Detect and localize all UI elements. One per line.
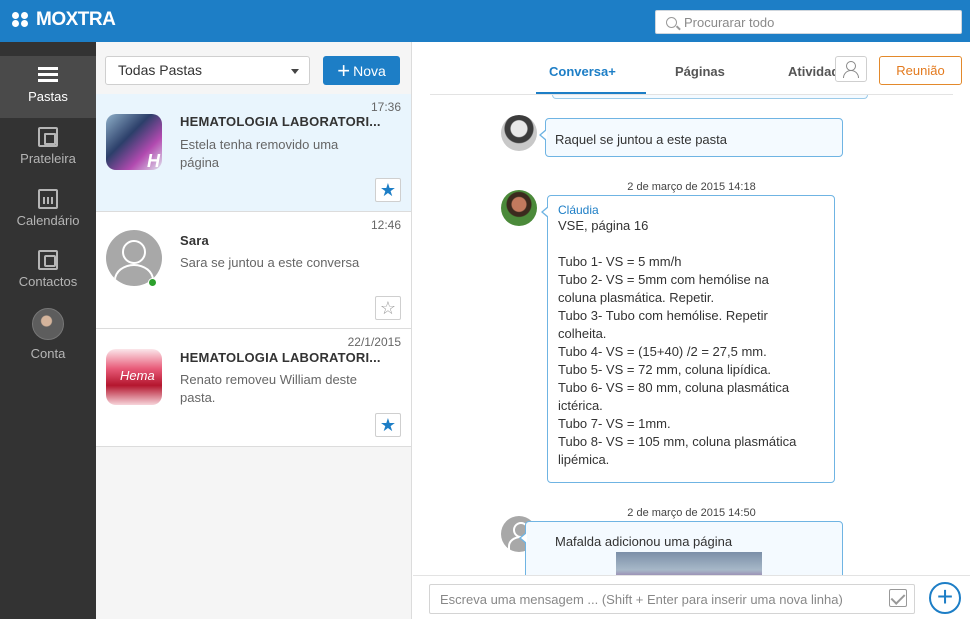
message-line: coluna plasmática. Repetir. <box>558 290 715 305</box>
avatar <box>32 308 64 340</box>
sidebar-item-prateleira[interactable]: Prateleira <box>0 118 96 180</box>
avatar <box>501 190 537 226</box>
message-line: VSE, página 16 <box>558 218 649 233</box>
folder-thumbnail <box>106 114 162 170</box>
contacts-icon <box>38 250 58 270</box>
message-text: Mafalda adicionou uma página <box>555 534 733 549</box>
folder-card[interactable]: 17:36 HEMATOLOGIA LABORATORI... Estela t… <box>96 94 411 212</box>
plus-icon: + <box>337 57 351 83</box>
message-input[interactable]: Escreva uma mensagem ... (Shift + Enter … <box>429 584 915 614</box>
card-title: HEMATOLOGIA LABORATORI... <box>180 350 381 365</box>
sidebar-item-label: Conta <box>30 346 66 361</box>
user-settings-icon[interactable] <box>835 56 867 82</box>
message-line: colheita. <box>558 326 607 341</box>
card-time: 12:46 <box>370 218 401 232</box>
message-line: lipémica. <box>558 452 610 467</box>
message-line: ictérica. <box>558 398 603 413</box>
avatar <box>501 115 537 151</box>
star-icon[interactable]: ★ <box>375 413 401 437</box>
message-line: Tubo 4- VS = (15+40) /2 = 27,5 mm. <box>558 344 767 359</box>
message-stream[interactable]: Raquel se juntou a este pasta 2 de março… <box>413 95 970 575</box>
date-separator: 2 de março de 2015 14:50 <box>627 507 756 519</box>
message-line: Tubo 6- VS = 80 mm, coluna plasmática <box>558 380 790 395</box>
new-folder-label: Nova <box>353 62 386 79</box>
shelf-icon <box>38 127 58 147</box>
page-preview-image[interactable] <box>616 552 762 575</box>
message-line: Tubo 8- VS = 105 mm, coluna plasmática <box>558 434 797 449</box>
card-description: Estela tenha removido uma página <box>180 137 339 170</box>
message-placeholder: Escreva uma mensagem ... (Shift + Enter … <box>440 592 843 607</box>
folder-thumbnail <box>106 349 162 405</box>
search-placeholder: Procurarar todo <box>684 14 775 30</box>
chat-panel: Conversa+ Páginas Atividades Reunião Raq… <box>413 42 970 619</box>
meeting-button[interactable]: Reunião <box>879 56 962 85</box>
message-line: Tubo 1- VS = 5 mm/h <box>558 254 682 269</box>
sidebar-item-label: Calendário <box>16 213 80 228</box>
system-message: Raquel se juntou a este pasta <box>539 118 843 157</box>
search-input[interactable]: Procurarar todo <box>655 10 962 34</box>
chat-tabs: Conversa+ Páginas Atividades Reunião <box>413 42 970 95</box>
sidebar: Pastas Prateleira Calendário Contactos C… <box>0 42 96 619</box>
sidebar-item-label: Contactos <box>18 274 78 289</box>
card-title: HEMATOLOGIA LABORATORI... <box>180 114 381 129</box>
sidebar-item-pastas[interactable]: Pastas <box>0 56 96 118</box>
message-line: Tubo 2- VS = 5mm com hemólise na <box>558 272 769 287</box>
checkbox-icon[interactable] <box>889 589 907 607</box>
message-text: Raquel se juntou a este pasta <box>555 132 728 147</box>
star-icon[interactable]: ★ <box>375 178 401 202</box>
top-bar: MOXTRA Procurarar todo <box>0 0 970 42</box>
message-composer: Escreva uma mensagem ... (Shift + Enter … <box>413 575 970 619</box>
card-time: 22/1/2015 <box>347 335 401 349</box>
sidebar-item-contactos[interactable]: Contactos <box>0 241 96 303</box>
folder-filter-value: Todas Pastas <box>118 62 203 78</box>
message-sender: Cláudia <box>558 203 599 217</box>
tab-conversa[interactable]: Conversa+ <box>549 64 616 79</box>
message-bubble: Cláudia VSE, página 16 Tubo 1- VS = 5 mm… <box>541 195 835 483</box>
online-status-icon <box>148 278 157 287</box>
folder-card[interactable]: 12:46 Sara Sara se juntou a este convers… <box>96 212 411 329</box>
card-description: Sara se juntou a este conversa <box>180 255 360 270</box>
list-icon <box>38 65 58 85</box>
moxtra-logo[interactable]: MOXTRA <box>12 9 116 31</box>
message-line <box>558 235 834 253</box>
date-separator: 2 de março de 2015 14:18 <box>627 181 756 193</box>
star-outline-icon[interactable]: ☆ <box>375 296 401 320</box>
tab-paginas[interactable]: Páginas <box>675 64 725 79</box>
sidebar-item-conta[interactable]: Conta <box>0 300 96 370</box>
page-added-message: Mafalda adicionou uma página <box>519 521 843 575</box>
message-line: Tubo 5- VS = 72 mm, coluna lipídica. <box>558 362 772 377</box>
card-description: Renato removeu William deste pasta. <box>180 372 358 405</box>
folder-filter-select[interactable]: Todas Pastas <box>105 56 310 85</box>
calendar-icon <box>38 189 58 209</box>
new-folder-button[interactable]: + Nova <box>323 56 400 85</box>
chevron-down-icon <box>291 69 299 74</box>
card-title: Sara <box>180 233 209 248</box>
sidebar-item-label: Pastas <box>28 89 68 104</box>
message-line: Tubo 7- VS = 1mm. <box>558 416 671 431</box>
logo-text: MOXTRA <box>36 9 116 30</box>
add-icon[interactable]: + <box>929 582 961 614</box>
message-line: Tubo 3- Tubo com hemólise. Repetir <box>558 308 768 323</box>
folder-list-panel: Todas Pastas + Nova 17:36 HEMATOLOGIA LA… <box>96 42 412 619</box>
folder-card[interactable]: 22/1/2015 HEMATOLOGIA LABORATORI... Rena… <box>96 329 411 447</box>
search-icon <box>666 16 677 28</box>
logo-icon <box>12 12 30 28</box>
sidebar-item-label: Prateleira <box>20 151 76 166</box>
previous-message-bubble <box>552 95 868 99</box>
card-time: 17:36 <box>370 100 401 114</box>
sidebar-item-calendario[interactable]: Calendário <box>0 180 96 242</box>
